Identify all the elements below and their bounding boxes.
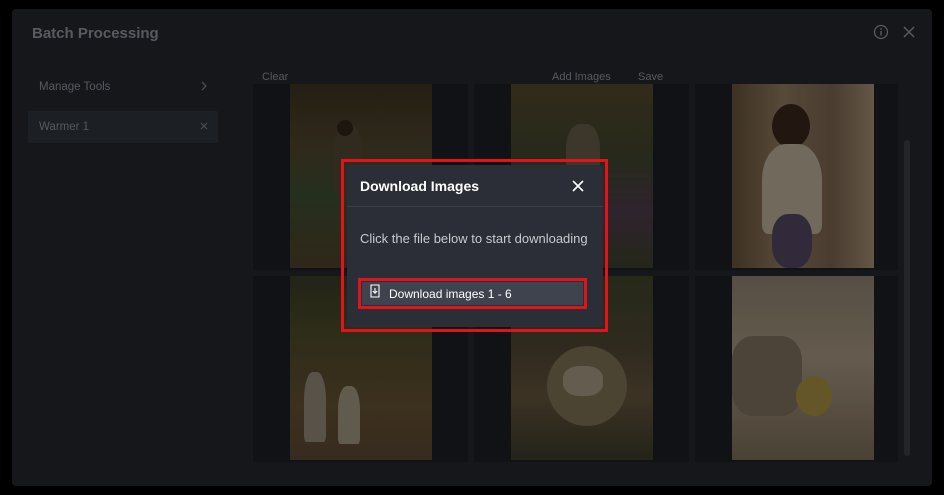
close-icon[interactable] [571, 179, 585, 193]
dialog-title: Download Images [360, 177, 480, 194]
dialog-body: Click the file below to start downloadin… [347, 207, 603, 249]
download-file-icon [368, 284, 382, 303]
dialog-message: Click the file below to start downloadin… [360, 231, 588, 246]
dialog-header: Download Images [347, 165, 603, 207]
download-images-button[interactable]: Download images 1 - 6 [362, 282, 583, 305]
download-button-label: Download images 1 - 6 [389, 286, 512, 301]
